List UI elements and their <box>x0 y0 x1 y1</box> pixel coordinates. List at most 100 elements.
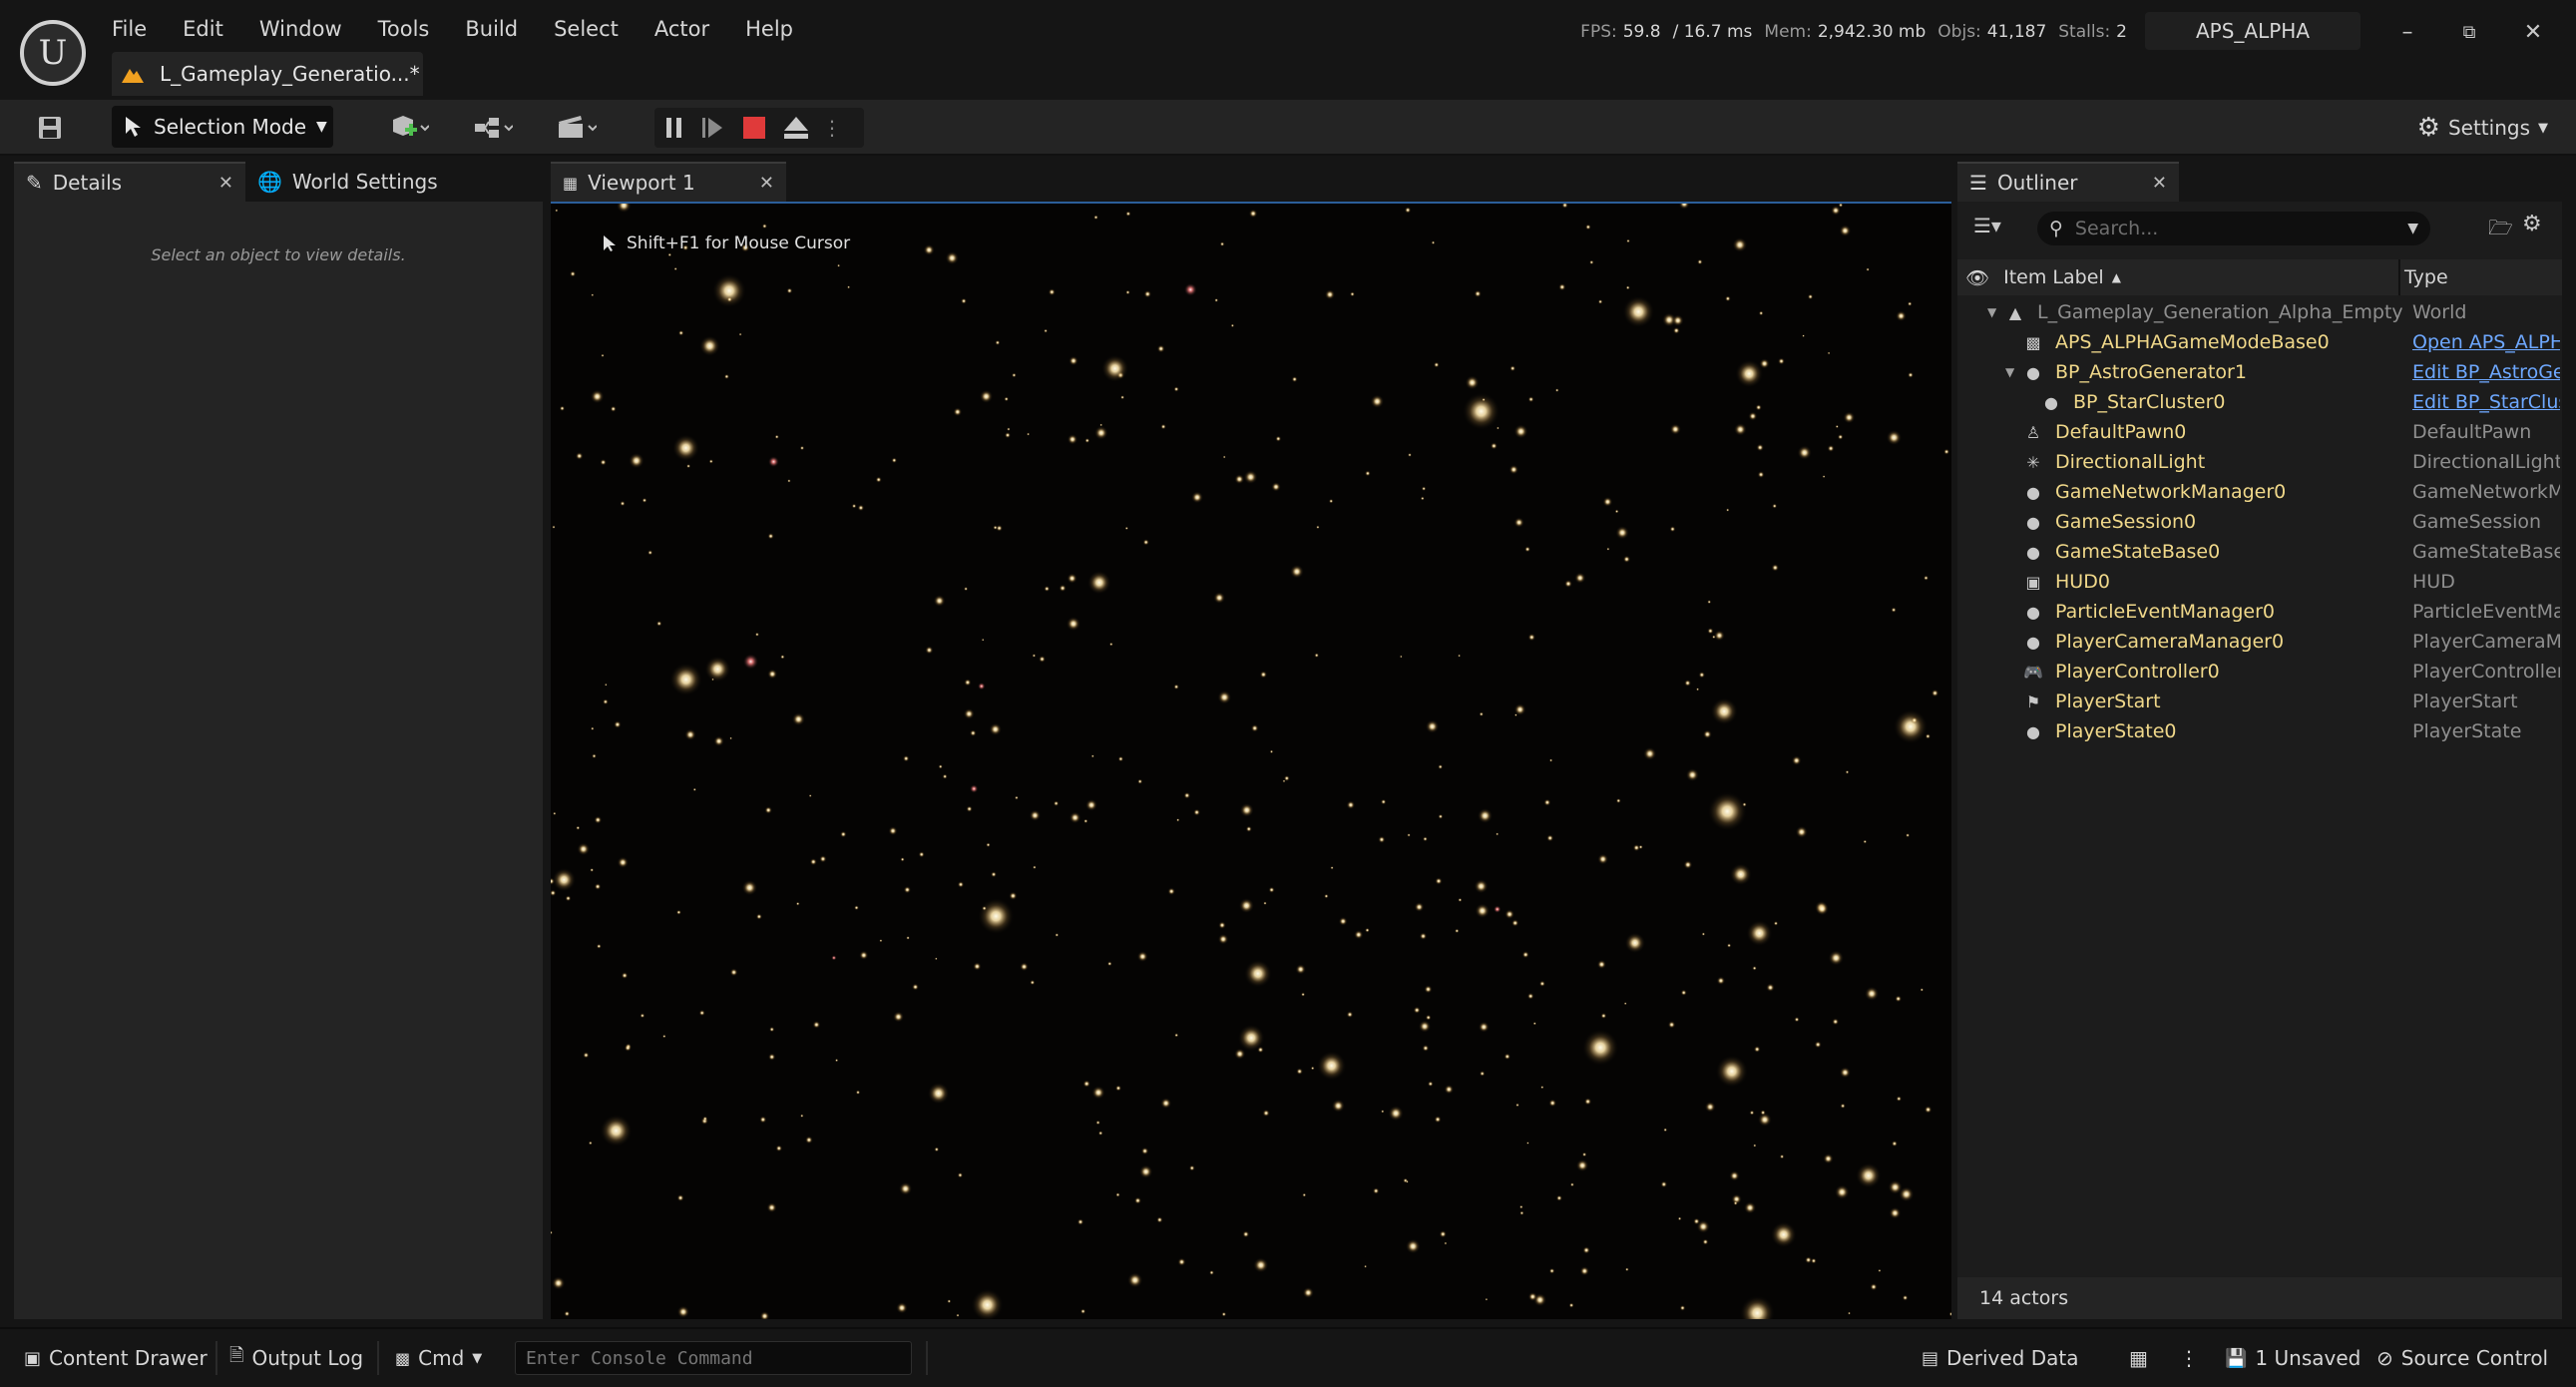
grid-settings-icon[interactable]: ▦ <box>2129 1339 2148 1377</box>
add-folder-icon[interactable]: 🗁 <box>2488 214 2513 247</box>
tab-viewport-1[interactable]: ▦ Viewport 1 ✕ <box>551 162 786 202</box>
star <box>742 654 759 670</box>
menu-edit[interactable]: Edit <box>165 14 241 44</box>
star <box>1479 711 1485 717</box>
star <box>1660 1180 1668 1188</box>
star <box>855 1090 861 1096</box>
search-placeholder: Search... <box>2074 218 2159 239</box>
star <box>698 1009 705 1017</box>
source-control-button[interactable]: ⊘ Source Control <box>2376 1339 2548 1377</box>
star <box>569 270 577 277</box>
outliner-row[interactable]: ▼ ▲ L_Gameplay_Generation_Alpha_Empty World <box>1957 297 2562 327</box>
star <box>667 252 672 257</box>
star <box>1421 486 1427 492</box>
close-icon[interactable]: ✕ <box>759 173 774 194</box>
menu-help[interactable]: Help <box>727 14 811 44</box>
star <box>614 720 622 728</box>
star <box>1667 1021 1676 1029</box>
star <box>551 889 557 897</box>
star <box>1614 509 1619 514</box>
star <box>979 389 994 404</box>
menu-select[interactable]: Select <box>536 14 637 44</box>
star <box>1029 809 1042 821</box>
outliner-search-input[interactable]: ⚲ Search... ▼ <box>2037 212 2430 245</box>
selection-mode-dropdown[interactable]: Selection Mode ▼ <box>112 106 333 148</box>
star <box>1014 795 1019 800</box>
outliner-row[interactable]: ● GameNetworkManager0 GameNetworkManager <box>1957 477 2562 507</box>
column-separator[interactable] <box>2398 259 2400 295</box>
menu-window[interactable]: Window <box>241 14 360 44</box>
outliner-row-type-link[interactable]: Edit BP_AstroGenerator <box>2412 361 2560 383</box>
outliner-row[interactable]: ▣ HUD0 HUD <box>1957 567 2562 597</box>
outliner-row[interactable]: ● PlayerState0 PlayerState <box>1957 716 2562 746</box>
star <box>1525 1142 1529 1145</box>
outliner-row[interactable]: 🎮 PlayerController0 PlayerController <box>1957 657 2562 687</box>
log-icon: 🗎 <box>229 1345 244 1366</box>
cmd-dropdown[interactable]: ▩ Cmd ▼ <box>395 1339 482 1377</box>
content-drawer-button[interactable]: ▣ Content Drawer <box>24 1339 208 1377</box>
star <box>1863 839 1868 844</box>
cinematics-button[interactable] <box>545 108 609 148</box>
outliner-row[interactable]: ▼● BP_AstroGenerator1 Edit BP_AstroGenerat… <box>1957 357 2562 387</box>
eye-icon[interactable]: 👁 <box>1965 266 1989 289</box>
blueprints-button[interactable] <box>461 108 525 148</box>
add-actor-button[interactable] <box>377 108 441 148</box>
unsaved-button[interactable]: 💾 1 Unsaved <box>2225 1339 2361 1377</box>
menu-build[interactable]: Build <box>447 14 536 44</box>
outliner-row-type-link[interactable]: Edit BP_StarCluster <box>2412 391 2560 413</box>
expand-arrow-icon[interactable]: ▼ <box>2005 365 2023 379</box>
column-item-label[interactable]: Item Label <box>2003 266 2104 288</box>
stop-icon[interactable] <box>736 108 772 148</box>
close-icon[interactable]: ✕ <box>218 173 233 194</box>
level-document-tab[interactable]: L_Gameplay_Generatio...* <box>112 52 423 96</box>
tab-details[interactable]: ✎ Details ✕ <box>14 162 245 202</box>
restore-icon[interactable]: ⧉ <box>2454 18 2484 48</box>
star <box>799 1114 804 1119</box>
outliner-row-type-link[interactable]: Open APS_ALPHAGameModeBase <box>2412 331 2560 353</box>
close-window-icon[interactable]: ✕ <box>2518 18 2548 48</box>
filter-icon[interactable]: ☰▾ <box>1973 214 2001 237</box>
outliner-row[interactable]: ● GameStateBase0 GameStateBase <box>1957 537 2562 567</box>
eject-icon[interactable] <box>778 108 814 148</box>
outliner-row[interactable]: ● GameSession0 GameSession <box>1957 507 2562 537</box>
column-type[interactable]: Type <box>2404 266 2448 288</box>
tab-world-settings[interactable]: 🌐 World Settings <box>245 162 485 202</box>
outliner-row[interactable]: ● BP_StarCluster0 Edit BP_StarCluster <box>1957 387 2562 417</box>
menu-actor[interactable]: Actor <box>637 14 727 44</box>
star <box>1183 282 1197 296</box>
step-frame-icon[interactable] <box>694 108 730 148</box>
console-command-input[interactable] <box>515 1341 912 1375</box>
outliner-row[interactable]: ♙ DefaultPawn0 DefaultPawn <box>1957 417 2562 447</box>
unreal-logo-icon[interactable]: U <box>20 20 86 86</box>
output-log-button[interactable]: 🗎 Output Log <box>229 1339 363 1377</box>
save-icon[interactable] <box>30 108 70 148</box>
tab-outliner[interactable]: ☰ Outliner ✕ <box>1957 162 2179 202</box>
settings-dropdown[interactable]: ⚙ Settings ▼ <box>2417 108 2548 148</box>
star <box>1424 985 1433 994</box>
menu-file[interactable]: File <box>112 14 165 44</box>
star <box>655 621 662 627</box>
outliner-row[interactable]: ▩ APS_ALPHAGameModeBase0 Open APS_ALPHAGam… <box>1957 327 2562 357</box>
star <box>1672 326 1680 334</box>
outliner-row[interactable]: ⚑ PlayerStart PlayerStart <box>1957 687 2562 716</box>
pause-icon[interactable] <box>656 108 692 148</box>
more-options-icon[interactable]: ⋮ <box>2179 1339 2199 1377</box>
minimize-icon[interactable]: – <box>2392 18 2422 48</box>
expand-arrow-icon[interactable]: ▼ <box>1987 305 2005 319</box>
level-viewport[interactable]: Shift+F1 for Mouse Cursor <box>551 202 1951 1319</box>
close-icon[interactable]: ✕ <box>2152 173 2167 194</box>
star <box>767 533 774 540</box>
star <box>1839 225 1852 237</box>
star <box>787 479 791 483</box>
outliner-row[interactable]: ● ParticleEventManager0 ParticleEventManag… <box>1957 597 2562 627</box>
outliner-row[interactable]: ✳ DirectionalLight DirectionalLight <box>1957 447 2562 477</box>
gear-icon[interactable]: ⚙ <box>2522 212 2542 236</box>
play-options-icon[interactable]: ⋮ <box>820 108 844 148</box>
star <box>978 682 986 691</box>
actor-count: 14 actors <box>1957 1277 2562 1319</box>
star <box>1269 749 1274 754</box>
menu-tools[interactable]: Tools <box>360 14 448 44</box>
outliner-row[interactable]: ● PlayerCameraManager0 PlayerCameraManager <box>1957 627 2562 657</box>
star <box>1671 314 1684 327</box>
derived-data-button[interactable]: ▤ Derived Data <box>1922 1339 2078 1377</box>
